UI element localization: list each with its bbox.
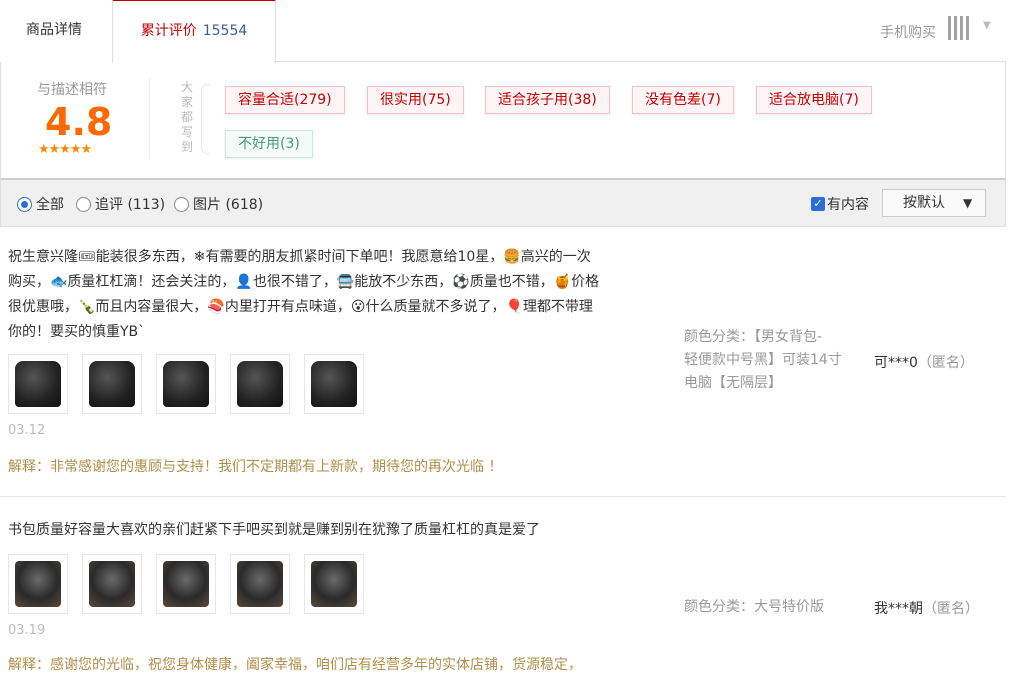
checkmark-icon[interactable]: ✓ bbox=[811, 197, 825, 211]
has-content-checkbox[interactable]: ✓ 有内容 bbox=[811, 194, 869, 214]
review-photo-thumbnail[interactable] bbox=[304, 354, 364, 414]
filter-all-label: 全部 bbox=[36, 197, 64, 213]
sku-line: 电脑【无隔层】 bbox=[684, 375, 782, 391]
review-photo-thumbnail[interactable] bbox=[82, 354, 142, 414]
sku-line: 颜色分类：大号特价版 bbox=[684, 599, 824, 615]
review-sku: 颜色分类：大号特价版 bbox=[684, 596, 864, 619]
chevron-down-icon[interactable]: ▼ bbox=[983, 20, 991, 31]
rating-score: 4.8 bbox=[45, 100, 113, 144]
tag-not-useful[interactable]: 不好用(3) bbox=[225, 130, 313, 158]
tab-reviews[interactable]: 累计评价 15554 bbox=[112, 0, 276, 63]
review-tabs: 商品详情 累计评价 15554 手机购买 ▼ bbox=[0, 0, 1006, 63]
filter-pictures-label: 图片 (618) bbox=[193, 197, 264, 213]
rating-stars-icon: ★★★★★ bbox=[38, 142, 92, 157]
filter-followup-label: 追评 (113) bbox=[95, 197, 166, 213]
seller-reply: 解释：非常感谢您的惠顾与支持！我们不定期都有上新款，期待您的再次光临 ！ bbox=[8, 459, 503, 475]
rating-title: 与描述相符 bbox=[37, 82, 107, 98]
anonymous-label: （匿名） bbox=[917, 355, 974, 371]
anonymous-label: （匿名） bbox=[923, 601, 979, 617]
review-date: 03.12 bbox=[8, 423, 46, 438]
tag-practical[interactable]: 很实用(75) bbox=[367, 86, 464, 114]
radio-icon[interactable] bbox=[174, 196, 189, 212]
review-text-line: 书包质量好容量大喜欢的亲们赶紧下手吧买到就是赚到别在犹豫了质量杠杠的真是爱了 bbox=[8, 522, 540, 538]
radio-icon[interactable] bbox=[76, 196, 91, 212]
review-text-line: 你的！要买的慎重YB` bbox=[8, 324, 146, 340]
tab-reviews-label: 累计评价 bbox=[140, 23, 197, 39]
review-text: 祝生意兴隆🎟能装很多东西，❄有需要的朋友抓紧时间下单吧！我愿意给10星，🍔高兴的… bbox=[8, 245, 638, 345]
filter-all[interactable]: 全部 bbox=[17, 194, 64, 214]
mobile-buy-link[interactable]: 手机购买 bbox=[880, 22, 936, 42]
qr-code-icon[interactable] bbox=[948, 16, 972, 40]
review-sku: 颜色分类：【男女背包- 轻便款中号黑】可装14寸 电脑【无隔层】 bbox=[684, 326, 864, 395]
sku-line: 颜色分类：【男女背包- bbox=[684, 329, 823, 345]
rating-summary: 与描述相符 4.8 ★★★★★ 大家都写到 容量合适(279) 很实用(75) … bbox=[0, 62, 1006, 178]
review-photo-thumbnail[interactable] bbox=[230, 354, 290, 414]
tag-for-kids[interactable]: 适合孩子用(38) bbox=[485, 86, 610, 114]
sort-label: 按默认 bbox=[903, 195, 945, 211]
author-name: 我***朝 bbox=[874, 601, 923, 617]
review-text-line: 祝生意兴隆🎟能装很多东西，❄有需要的朋友抓紧时间下单吧！我愿意给10星，🍔高兴的… bbox=[8, 249, 591, 265]
sort-dropdown[interactable]: 按默认 ▼ bbox=[882, 189, 986, 217]
sku-line: 轻便款中号黑】可装14寸 bbox=[684, 352, 842, 368]
review-photo-thumbnail[interactable] bbox=[156, 554, 216, 614]
review-text-line: 很优惠哦，🍾而且内容量很大，🍣内里打开有点味道，😮什么质量就不多说了，🎈理都不带… bbox=[8, 299, 593, 315]
chevron-down-icon: ▼ bbox=[963, 196, 973, 210]
summary-divider bbox=[149, 78, 150, 158]
filter-followup[interactable]: 追评 (113) bbox=[76, 194, 165, 214]
tags-brace bbox=[201, 84, 210, 154]
review-photos bbox=[8, 554, 364, 614]
has-content-label: 有内容 bbox=[827, 197, 869, 213]
review-text: 书包质量好容量大喜欢的亲们赶紧下手吧买到就是赚到别在犹豫了质量杠杠的真是爱了 bbox=[8, 518, 638, 543]
seller-reply: 解释：感谢您的光临，祝您身体健康，阖家幸福，咱们店有经营多年的实体店铺，货源稳定… bbox=[8, 657, 582, 673]
review-author: 我***朝（匿名） bbox=[874, 598, 979, 618]
radio-icon-selected[interactable] bbox=[17, 196, 32, 212]
review-date: 03.19 bbox=[8, 623, 46, 638]
review-photos bbox=[8, 354, 364, 414]
everyone-wrote-label: 大家都写到 bbox=[180, 80, 193, 154]
tag-fits-laptop[interactable]: 适合放电脑(7) bbox=[756, 86, 872, 114]
tag-no-color-diff[interactable]: 没有色差(7) bbox=[632, 86, 734, 114]
tab-reviews-count: 15554 bbox=[202, 23, 248, 39]
review-text-line: 购买，🐟质量杠杠滴！还会关注的，👤也很不错了，🚍能放不少东西，⚽质量也不错，🍯价… bbox=[8, 274, 600, 290]
tag-fit-capacity[interactable]: 容量合适(279) bbox=[225, 86, 345, 114]
review-photo-thumbnail[interactable] bbox=[8, 354, 68, 414]
author-name: 可***0 bbox=[874, 355, 918, 371]
review-author: 可***0（匿名） bbox=[874, 352, 974, 372]
review-photo-thumbnail[interactable] bbox=[156, 354, 216, 414]
review-separator bbox=[0, 496, 1006, 497]
review-photo-thumbnail[interactable] bbox=[8, 554, 68, 614]
review-photo-thumbnail[interactable] bbox=[230, 554, 290, 614]
filter-pictures[interactable]: 图片 (618) bbox=[174, 194, 263, 214]
review-photo-thumbnail[interactable] bbox=[304, 554, 364, 614]
review-filter-bar: 全部 追评 (113) 图片 (618) ✓ 有内容 按默认 ▼ bbox=[0, 178, 1006, 227]
review-photo-thumbnail[interactable] bbox=[82, 554, 142, 614]
tab-product-details[interactable]: 商品详情 bbox=[26, 0, 82, 61]
